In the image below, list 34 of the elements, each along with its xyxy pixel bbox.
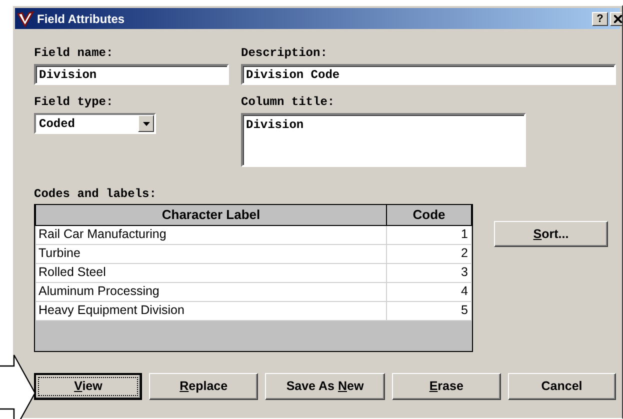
dropdown[interactable]: Coded [34,113,156,134]
section-label: Codes and labels: [34,187,158,201]
dropdown-button[interactable] [138,115,154,132]
field-label: Field name: [34,46,114,60]
caret-icon [142,122,150,126]
app-logo-icon [17,10,34,26]
table-cell: Rail Car Manufacturing [36,225,386,244]
dialog-button[interactable]: Erase [392,373,501,400]
window-title: Field Attributes [37,10,125,28]
table-cell: Turbine [36,244,386,263]
close-icon [614,14,622,23]
table-cell: 5 [386,301,472,320]
dialog-button[interactable]: View [34,373,142,400]
table-cell: Rolled Steel [36,263,386,282]
table-cell: Aluminum Processing [36,282,386,301]
text-area[interactable]: Division [241,113,526,167]
sort-button[interactable]: Sort... [494,221,608,247]
dialog-button[interactable]: Replace [149,373,258,400]
input-field[interactable]: Division Code [241,64,616,85]
help-button[interactable]: ? [592,12,608,26]
field-label: Field type: [34,95,114,109]
dialog-button[interactable]: Cancel [508,373,616,400]
column-header[interactable]: Code [386,205,472,225]
column-header[interactable]: Character Label [36,205,386,225]
table-cell: 3 [386,263,472,282]
input-field[interactable]: Division [34,64,229,85]
table-cell: 4 [386,282,472,301]
field-label: Column title: [241,95,336,109]
field-label: Description: [241,46,328,60]
table-cell: 2 [386,244,472,263]
table-cell: 1 [386,225,472,244]
close-button[interactable] [610,12,622,26]
dialog-button[interactable]: Save As New [264,373,386,400]
table-cell: Heavy Equipment Division [36,301,386,320]
